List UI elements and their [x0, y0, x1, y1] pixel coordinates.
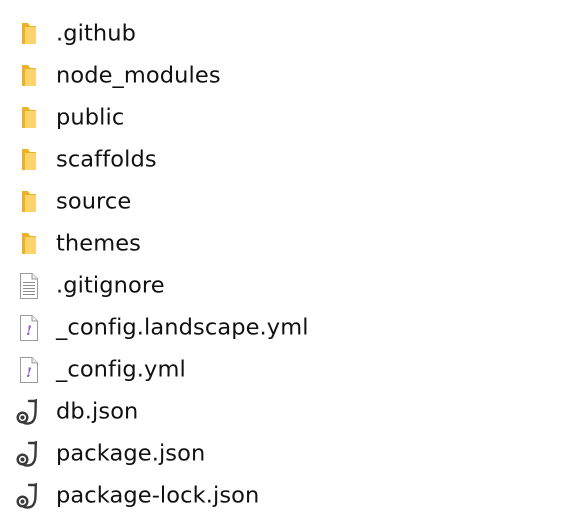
- svg-text:!: !: [26, 324, 32, 339]
- folder-icon: [14, 229, 44, 259]
- list-item-package-lock-json[interactable]: package-lock.json: [0, 475, 576, 517]
- folder-icon: [14, 187, 44, 217]
- text-file-icon: [14, 271, 44, 301]
- folder-icon: [14, 145, 44, 175]
- list-item-gitignore[interactable]: .gitignore: [0, 265, 576, 307]
- list-item-github[interactable]: .github: [0, 13, 576, 55]
- file-name: db.json: [56, 398, 139, 425]
- list-item-config-landscape[interactable]: ! _config.landscape.yml: [0, 307, 576, 349]
- list-item-scaffolds[interactable]: scaffolds: [0, 139, 576, 181]
- file-name: public: [56, 104, 125, 131]
- folder-icon: [14, 61, 44, 91]
- file-list: .github node_modules public scaffolds so…: [0, 0, 576, 517]
- json-file-icon: [14, 397, 44, 427]
- list-item-public[interactable]: public: [0, 97, 576, 139]
- json-file-icon: [14, 481, 44, 511]
- svg-text:!: !: [26, 366, 32, 381]
- file-name: package.json: [56, 440, 206, 467]
- file-name: package-lock.json: [56, 482, 260, 509]
- file-name: _config.landscape.yml: [56, 314, 309, 341]
- folder-icon: [14, 103, 44, 133]
- file-name: .gitignore: [56, 272, 165, 299]
- file-name: scaffolds: [56, 146, 157, 173]
- yaml-file-icon: !: [14, 355, 44, 385]
- file-name: node_modules: [56, 62, 221, 89]
- file-name: themes: [56, 230, 142, 257]
- list-item-themes[interactable]: themes: [0, 223, 576, 265]
- list-item-db-json[interactable]: db.json: [0, 391, 576, 433]
- folder-icon: [14, 19, 44, 49]
- json-file-icon: [14, 439, 44, 469]
- list-item-source[interactable]: source: [0, 181, 576, 223]
- file-name: _config.yml: [56, 356, 186, 383]
- list-item-package-json[interactable]: package.json: [0, 433, 576, 475]
- list-item-config[interactable]: ! _config.yml: [0, 349, 576, 391]
- file-name: .github: [56, 20, 137, 47]
- list-item-node-modules[interactable]: node_modules: [0, 55, 576, 97]
- yaml-file-icon: !: [14, 313, 44, 343]
- file-name: source: [56, 188, 132, 215]
